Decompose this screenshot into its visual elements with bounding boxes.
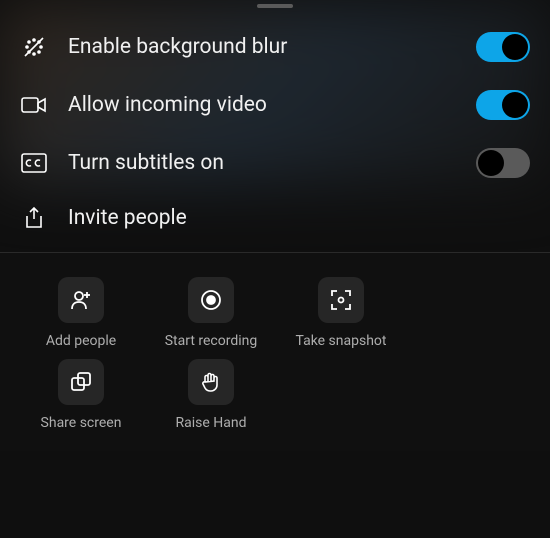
row-incoming-video[interactable]: Allow incoming video <box>0 76 550 134</box>
action-share-screen[interactable]: Share screen <box>16 359 146 431</box>
video-icon <box>20 93 48 117</box>
row-label: Turn subtitles on <box>68 151 456 175</box>
action-grid: Add people Start recording Take snapshot <box>0 253 550 451</box>
toggle-subtitles[interactable] <box>476 148 530 178</box>
toggle-incoming-video[interactable] <box>476 90 530 120</box>
action-take-snapshot[interactable]: Take snapshot <box>276 277 406 349</box>
row-label: Enable background blur <box>68 35 456 59</box>
row-invite-people[interactable]: Invite people <box>0 192 550 244</box>
action-label: Start recording <box>165 333 258 349</box>
drag-handle[interactable] <box>257 4 293 8</box>
record-icon <box>199 288 223 312</box>
settings-panel: Enable background blur Allow incoming vi… <box>0 4 550 451</box>
action-label: Add people <box>46 333 116 349</box>
action-raise-hand[interactable]: Raise Hand <box>146 359 276 431</box>
action-add-people[interactable]: Add people <box>16 277 146 349</box>
row-subtitles[interactable]: Turn subtitles on <box>0 134 550 192</box>
row-background-blur[interactable]: Enable background blur <box>0 18 550 76</box>
cc-icon <box>20 151 48 175</box>
row-label: Allow incoming video <box>68 93 456 117</box>
raise-hand-icon <box>199 370 223 394</box>
blur-icon <box>20 35 48 59</box>
action-label: Share screen <box>41 415 122 431</box>
share-icon <box>20 206 48 230</box>
action-label: Raise Hand <box>176 415 247 431</box>
action-label: Take snapshot <box>296 333 387 349</box>
row-label: Invite people <box>68 206 530 230</box>
share-screen-icon <box>69 370 93 394</box>
action-start-recording[interactable]: Start recording <box>146 277 276 349</box>
add-person-icon <box>69 288 93 312</box>
snapshot-icon <box>329 288 353 312</box>
toggle-background-blur[interactable] <box>476 32 530 62</box>
